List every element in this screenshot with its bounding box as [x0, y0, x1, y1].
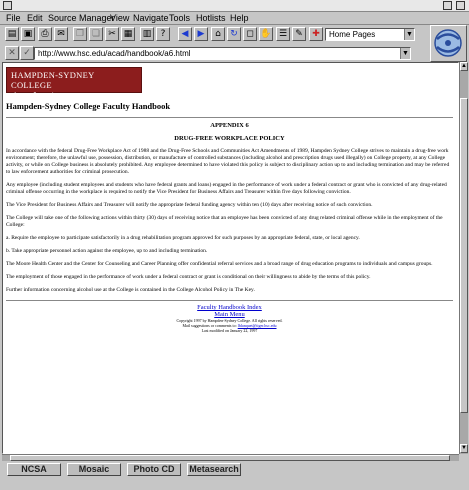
paragraph: The Vice President for Business Affairs … [6, 202, 373, 208]
paragraph: Further information concerning alcohol u… [6, 287, 255, 293]
paragraph: In accordance with the federal Drug-Free… [6, 148, 450, 175]
hotlist-select[interactable]: Home Pages ▼ [325, 28, 415, 41]
mail-icon[interactable]: ✉ [54, 27, 68, 41]
photo-cd-button[interactable]: Photo CD [127, 463, 181, 476]
chevron-down-icon[interactable]: ▼ [404, 29, 414, 40]
minimize-icon[interactable] [443, 1, 452, 10]
ncsa-button[interactable]: NCSA [7, 463, 61, 476]
paragraph: The Moore Health Center and the Center f… [6, 261, 433, 267]
college-banner: HAMPDEN-SYDNEY COLLEGE Academics [6, 67, 142, 103]
paragraph: Any employee (including student employee… [6, 182, 447, 195]
save-icon[interactable]: ▣ [21, 27, 35, 41]
stop-icon[interactable]: ◻ [243, 27, 257, 41]
check-icon[interactable]: ✓ [20, 46, 34, 60]
menu-bar: File Edit Source Manager View Navigate T… [0, 12, 469, 25]
menu-help[interactable]: Help [230, 13, 249, 24]
window-menu-icon[interactable] [3, 1, 12, 10]
menu-file[interactable]: File [6, 13, 21, 24]
close-page-icon[interactable]: ✕ [5, 46, 19, 60]
menu-source-manager[interactable]: Source Manager [48, 13, 115, 24]
add-hotlist-icon[interactable]: ✎ [292, 27, 306, 41]
mosaic-logo-icon [430, 25, 467, 62]
last-modified-text: Last modified on January 22, 1997 [201, 328, 258, 333]
home-icon[interactable]: ⌂ [211, 27, 225, 41]
toolbar: ▤ ▣ ⎙ ✉ ❐ ❏ ✂ ▦ ▥ ? ◀ ▶ ⌂ ↻ ◻ ✋ ☰ ✎ ✚ Ho… [0, 25, 420, 43]
help-icon[interactable]: ? [156, 27, 170, 41]
paste-icon[interactable]: ❏ [89, 27, 103, 41]
paragraph: The employment of those engaged in the p… [6, 274, 371, 280]
url-text: http://www.hsc.edu/acad/handbook/a6.html [38, 49, 191, 58]
url-input[interactable]: http://www.hsc.edu/acad/handbook/a6.html… [34, 47, 411, 60]
print-icon[interactable]: ⎙ [38, 27, 52, 41]
copy-icon[interactable]: ❐ [73, 27, 87, 41]
scroll-up-icon[interactable]: ▲ [460, 62, 468, 71]
menu-tools[interactable]: Tools [169, 13, 190, 24]
hotlist-icon[interactable]: ☰ [276, 27, 290, 41]
hand-icon[interactable]: ✋ [259, 27, 273, 41]
vertical-scroll-thumb[interactable] [460, 98, 468, 413]
menu-navigate[interactable]: Navigate [133, 13, 169, 24]
url-dropdown-icon[interactable]: ▼ [400, 48, 410, 59]
menu-hotlists[interactable]: Hotlists [196, 13, 226, 24]
divider [6, 117, 453, 118]
maximize-icon[interactable] [456, 1, 465, 10]
cut-icon[interactable]: ✂ [105, 27, 119, 41]
bookmark-icon[interactable]: ✚ [309, 27, 323, 41]
window-titlebar [0, 0, 469, 12]
menu-view[interactable]: View [110, 13, 129, 24]
reload-icon[interactable]: ↻ [227, 27, 241, 41]
mosaic-button[interactable]: Mosaic [67, 463, 121, 476]
view-source-icon[interactable]: ▦ [121, 27, 135, 41]
menu-edit[interactable]: Edit [27, 13, 43, 24]
document: HAMPDEN-SYDNEY COLLEGE Academics Hampden… [6, 67, 453, 333]
paragraph: a. Require the employee to participate s… [6, 235, 360, 241]
policy-title: DRUG-FREE WORKPLACE POLICY [174, 135, 285, 142]
paragraph: The College will take one of the followi… [6, 215, 443, 228]
content-viewport[interactable]: HAMPDEN-SYDNEY COLLEGE Academics Hampden… [2, 62, 459, 454]
hotlist-select-value: Home Pages [329, 30, 376, 39]
scroll-down-icon[interactable]: ▼ [460, 444, 468, 453]
open-folder-icon[interactable]: ▤ [5, 27, 19, 41]
divider [6, 300, 453, 301]
handbook-title: Hampden-Sydney College Faculty Handbook [6, 101, 171, 111]
bottom-button-bar: NCSA Mosaic Photo CD Metasearch [0, 461, 469, 490]
page-footer: Faculty Handbook Index Main Menu Copyrig… [6, 304, 453, 333]
vertical-scrollbar[interactable]: ▲ ▼ [459, 62, 468, 454]
metasearch-button[interactable]: Metasearch [187, 463, 241, 476]
horizontal-scrollbar[interactable] [2, 454, 459, 461]
paragraph: b. Take appropriate personnel action aga… [6, 248, 208, 254]
find-icon[interactable]: ▥ [140, 27, 154, 41]
appendix-title: APPENDIX 6 [210, 122, 249, 129]
back-arrow-icon[interactable]: ◀ [178, 27, 192, 41]
main-menu-link[interactable]: Main Menu [214, 311, 245, 318]
forward-arrow-icon[interactable]: ▶ [194, 27, 208, 41]
banner-college-name: HAMPDEN-SYDNEY COLLEGE [11, 70, 95, 90]
